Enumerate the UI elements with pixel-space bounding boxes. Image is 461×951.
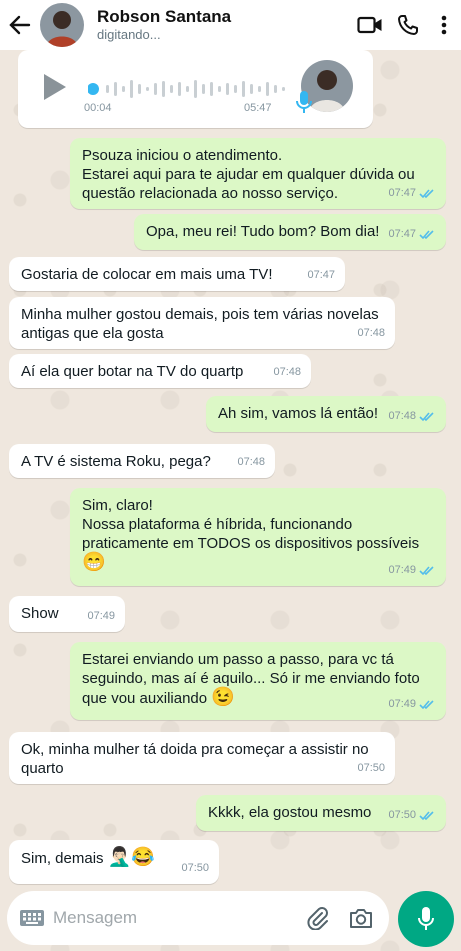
arrow-left-icon bbox=[9, 15, 31, 35]
message-time: 07:47 bbox=[388, 187, 416, 199]
paperclip-icon[interactable] bbox=[307, 906, 329, 930]
message-time: 07:48 bbox=[388, 410, 416, 422]
keyboard-icon[interactable] bbox=[19, 909, 45, 927]
message-bubble[interactable]: Show 07:49 bbox=[9, 596, 125, 632]
winking-emoji: 😉 bbox=[211, 687, 235, 708]
message-bubble[interactable]: A TV é sistema Roku, pega? 07:48 bbox=[9, 444, 275, 478]
message-text: Gostaria de colocar em mais uma TV! bbox=[21, 266, 273, 283]
message-time: 07:49 bbox=[87, 610, 115, 622]
message-text: Estarei enviando um passo a passo, para … bbox=[82, 651, 424, 707]
message-input[interactable]: Mensagem bbox=[53, 908, 307, 928]
phone-icon bbox=[398, 15, 418, 35]
read-ticks-icon bbox=[419, 189, 434, 199]
more-options-button[interactable] bbox=[427, 0, 461, 50]
message-bubble[interactable]: Sim, claro! Nossa plataforma é híbrida, … bbox=[70, 488, 446, 586]
message-time: 07:48 bbox=[237, 456, 265, 468]
read-ticks-icon bbox=[419, 412, 434, 422]
message-bubble[interactable]: Psouza iniciou o atendimento. Estarei aq… bbox=[70, 138, 446, 209]
message-bubble[interactable]: Sim, demais 🤦🏻‍♂️😂 07:50 bbox=[9, 840, 219, 884]
voice-note-mic-icon bbox=[296, 91, 312, 113]
read-ticks-icon bbox=[419, 700, 434, 710]
chat-area[interactable]: 00:04 05:47 Psouza iniciou o atendimento… bbox=[0, 0, 461, 951]
message-bubble[interactable]: Gostaria de colocar em mais uma TV! 07:4… bbox=[9, 257, 345, 291]
message-text: Minha mulher gostou demais, pois tem vár… bbox=[21, 306, 383, 342]
audio-message[interactable]: 00:04 05:47 bbox=[18, 50, 373, 128]
message-text: Aí ela quer botar na TV do quartp bbox=[21, 363, 244, 380]
message-text: Ah sim, vamos lá então! bbox=[218, 405, 379, 422]
message-time: 07:50 bbox=[388, 809, 416, 821]
contact-avatar[interactable] bbox=[40, 3, 84, 47]
message-bubble[interactable]: Ok, minha mulher tá doida pra começar a … bbox=[9, 732, 395, 784]
message-time: 07:48 bbox=[357, 327, 385, 339]
message-bubble[interactable]: Ah sim, vamos lá então! 07:48 bbox=[206, 396, 446, 432]
chat-header: Robson Santana digitando... bbox=[0, 0, 461, 50]
message-time: 07:48 bbox=[273, 366, 301, 378]
read-ticks-icon bbox=[419, 230, 434, 240]
typing-status: digitando... bbox=[97, 27, 161, 42]
message-time: 07:49 bbox=[388, 564, 416, 576]
message-bubble[interactable]: Minha mulher gostou demais, pois tem vár… bbox=[9, 297, 395, 349]
message-time: 07:47 bbox=[388, 228, 416, 240]
message-time: 07:49 bbox=[388, 698, 416, 710]
play-icon[interactable] bbox=[42, 72, 68, 102]
video-call-button[interactable] bbox=[351, 0, 389, 50]
message-text: Kkkk, ela gostou mesmo bbox=[208, 804, 372, 821]
message-text: Show bbox=[21, 605, 59, 622]
facepalm-laughing-emoji: 🤦🏻‍♂️😂 bbox=[107, 847, 156, 868]
message-text: Sim, demais bbox=[21, 850, 104, 867]
read-ticks-icon bbox=[419, 566, 434, 576]
message-text: Opa, meu rei! Tudo bom? Bom dia! bbox=[146, 223, 380, 240]
microphone-icon bbox=[418, 907, 434, 930]
record-voice-button[interactable] bbox=[398, 891, 454, 947]
audio-waveform[interactable] bbox=[88, 78, 293, 100]
grinning-emoji: 😁 bbox=[82, 552, 106, 573]
audio-current-time: 00:04 bbox=[84, 102, 112, 114]
video-camera-icon bbox=[357, 16, 382, 34]
kebab-menu-icon bbox=[441, 15, 447, 35]
message-composer[interactable]: Mensagem bbox=[7, 891, 389, 945]
read-ticks-icon bbox=[419, 811, 434, 821]
message-time: 07:47 bbox=[307, 269, 335, 281]
message-text: A TV é sistema Roku, pega? bbox=[21, 453, 211, 470]
message-time: 07:50 bbox=[181, 862, 209, 874]
message-text: Sim, claro! Nossa plataforma é híbrida, … bbox=[82, 497, 420, 552]
contact-name: Robson Santana bbox=[97, 7, 232, 26]
message-text: Psouza iniciou o atendimento. Estarei aq… bbox=[82, 147, 415, 202]
message-bubble[interactable]: Aí ela quer botar na TV do quartp 07:48 bbox=[9, 354, 311, 388]
contact-info[interactable]: Robson Santana digitando... bbox=[97, 7, 351, 43]
audio-duration: 05:47 bbox=[244, 102, 272, 114]
camera-icon[interactable] bbox=[349, 908, 373, 929]
back-button[interactable] bbox=[0, 0, 40, 50]
message-bubble[interactable]: Estarei enviando um passo a passo, para … bbox=[70, 642, 446, 720]
message-time: 07:50 bbox=[357, 762, 385, 774]
message-bubble[interactable]: Opa, meu rei! Tudo bom? Bom dia! 07:47 bbox=[134, 214, 446, 250]
voice-call-button[interactable] bbox=[389, 0, 427, 50]
message-bubble[interactable]: Kkkk, ela gostou mesmo 07:50 bbox=[196, 795, 446, 831]
message-text: Ok, minha mulher tá doida pra começar a … bbox=[21, 741, 373, 777]
